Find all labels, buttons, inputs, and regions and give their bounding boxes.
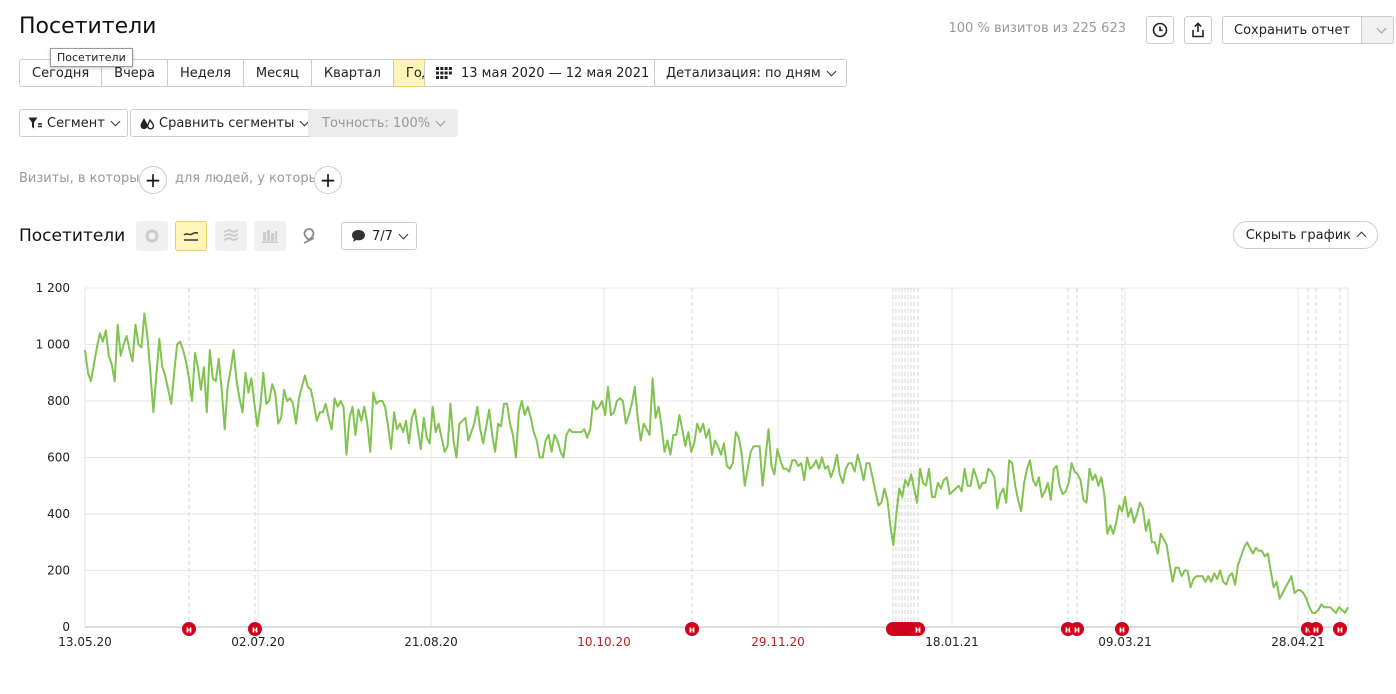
- y-tick-label: 400: [47, 507, 70, 521]
- note-marker-label: н: [1074, 626, 1080, 636]
- y-tick-label: 1 200: [36, 281, 70, 295]
- chevron-up-icon: [1356, 231, 1367, 242]
- people-filter-label: для людей, у которых: [175, 171, 327, 186]
- note-marker-label: н: [186, 626, 192, 636]
- detail-label: Детализация: по дням: [666, 65, 821, 81]
- date-range-button[interactable]: 13 мая 2020 — 12 мая 2021: [424, 59, 662, 87]
- notes-button[interactable]: 7/7: [341, 222, 417, 250]
- chevron-down-icon: [826, 66, 837, 77]
- compare-segments-button[interactable]: Сравнить сегменты: [130, 109, 318, 137]
- y-tick-label: 200: [47, 564, 70, 578]
- x-tick-label: 09.03.21: [1098, 635, 1151, 649]
- period-button[interactable]: Неделя: [167, 59, 244, 87]
- chart-title: Посетители: [19, 226, 126, 246]
- chevron-down-icon: [398, 229, 409, 240]
- note-marker-label: н: [1337, 626, 1343, 636]
- clock-icon: [1152, 22, 1168, 38]
- x-tick-label: 29.11.20: [751, 635, 804, 649]
- pie-chart-type-button[interactable]: [136, 221, 168, 251]
- period-button[interactable]: Квартал: [310, 59, 394, 87]
- save-report-group: Сохранить отчет: [1222, 16, 1395, 44]
- hide-chart-button[interactable]: Скрыть график: [1232, 221, 1378, 249]
- save-report-button[interactable]: Сохранить отчет: [1222, 16, 1363, 44]
- visits-info: 100 % визитов из 225 623: [948, 21, 1126, 36]
- export-button[interactable]: [1184, 16, 1212, 44]
- drops-icon: [140, 117, 155, 129]
- chevron-down-icon: [110, 116, 121, 127]
- history-button[interactable]: [1146, 16, 1174, 44]
- chevron-down-icon: [1376, 23, 1386, 34]
- y-tick-label: 0: [62, 620, 70, 634]
- line-chart-icon: [183, 232, 199, 241]
- detail-select[interactable]: Детализация: по дням: [654, 59, 847, 87]
- save-options-button[interactable]: [1362, 16, 1395, 44]
- bar-chart-type-button[interactable]: [254, 221, 286, 251]
- x-tick-label: 02.07.20: [231, 635, 284, 649]
- x-tick-label: 13.05.20: [58, 635, 111, 649]
- visits-filter-label: Визиты, в которых: [19, 171, 148, 186]
- note-marker-label: н: [1119, 626, 1125, 636]
- add-visit-condition-button[interactable]: +: [139, 166, 167, 194]
- page-title: Посетители: [19, 14, 157, 39]
- area-chart-type-button[interactable]: [215, 221, 247, 251]
- accuracy-label: Точность: 100%: [322, 115, 431, 131]
- filter-icon: [28, 117, 42, 129]
- share-icon: [1192, 22, 1204, 38]
- y-tick-label: 1 000: [36, 338, 70, 352]
- visitors-line-chart: 0 200 400 600 800 1 000 1 200 13.05.20 02.07.20 2…: [36, 281, 1349, 649]
- x-tick-label: 10.10.20: [577, 635, 630, 649]
- bar-chart-icon: [262, 230, 278, 243]
- note-marker-label: н: [1313, 626, 1319, 636]
- title-tooltip: Посетители: [50, 48, 133, 67]
- chevron-down-icon: [435, 116, 446, 127]
- note-marker-label: н: [689, 626, 695, 636]
- plus-icon: +: [144, 168, 162, 192]
- hide-chart-label: Скрыть график: [1245, 227, 1351, 243]
- date-range-label: 13 мая 2020 — 12 мая 2021: [461, 65, 650, 81]
- y-tick-label: 800: [47, 394, 70, 408]
- x-tick-label: 28.04.21: [1271, 635, 1324, 649]
- map-chart-type-button[interactable]: [293, 221, 325, 251]
- period-button[interactable]: Месяц: [242, 59, 312, 87]
- line-chart-type-button[interactable]: [175, 221, 207, 251]
- segment-label: Сегмент: [47, 115, 105, 131]
- comment-icon: [352, 230, 365, 242]
- accuracy-select[interactable]: Точность: 100%: [308, 109, 459, 137]
- x-tick-label: 21.08.20: [404, 635, 457, 649]
- stacked-area-icon: [223, 229, 239, 242]
- compare-segments-label: Сравнить сегменты: [159, 115, 295, 131]
- y-tick-label: 600: [47, 451, 70, 465]
- note-marker-label: н: [915, 626, 921, 636]
- pie-chart-icon: [145, 229, 159, 243]
- note-marker-label: н: [252, 626, 258, 636]
- x-tick-label: 18.01.21: [925, 635, 978, 649]
- visitors-series-line: [84, 312, 1349, 614]
- add-people-condition-button[interactable]: +: [314, 166, 342, 194]
- calendar-icon: [436, 67, 452, 79]
- plus-icon: +: [319, 168, 337, 192]
- notes-count: 7/7: [372, 228, 393, 244]
- map-pin-icon: [303, 228, 315, 244]
- segment-button[interactable]: Сегмент: [19, 109, 128, 137]
